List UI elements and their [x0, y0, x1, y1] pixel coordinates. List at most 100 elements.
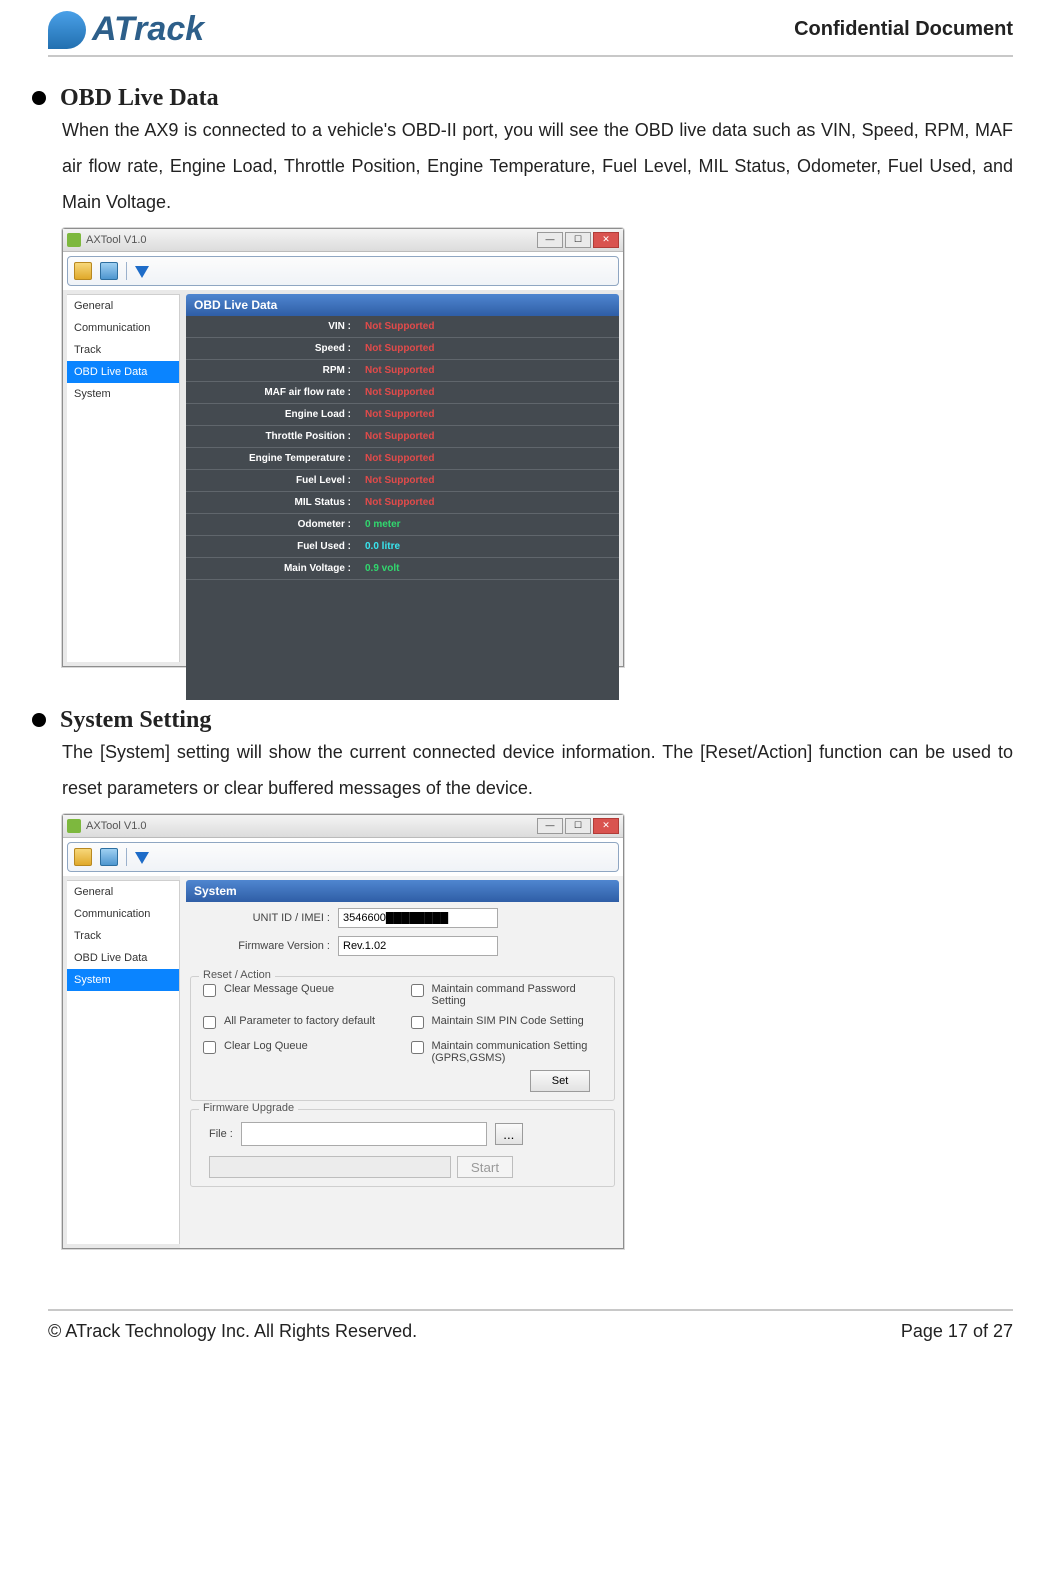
sidebar-item-communication[interactable]: Communication — [67, 903, 179, 925]
window-titlebar[interactable]: AXTool V1.0 — ☐ ✕ — [63, 815, 623, 838]
save-icon[interactable] — [100, 848, 118, 866]
obd-label: Speed : — [186, 343, 359, 354]
reset-checkbox[interactable]: Maintain SIM PIN Code Setting — [407, 1015, 607, 1032]
obd-empty-space — [186, 580, 619, 700]
sidebar-item-track[interactable]: Track — [67, 925, 179, 947]
window-title: AXTool V1.0 — [86, 234, 537, 246]
file-path-field[interactable] — [241, 1122, 487, 1146]
obd-label: Fuel Level : — [186, 475, 359, 486]
reset-checkbox[interactable]: All Parameter to factory default — [199, 1015, 399, 1032]
checkbox-label: Maintain SIM PIN Code Setting — [432, 1015, 584, 1027]
file-label: File : — [209, 1128, 233, 1140]
sidebar: General Communication Track OBD Live Dat… — [67, 880, 180, 1244]
section-heading-system: System Setting — [32, 707, 1013, 734]
obd-row: Fuel Used :0.0 litre — [186, 536, 619, 558]
obd-value: Not Supported — [359, 431, 434, 442]
obd-label: RPM : — [186, 365, 359, 376]
bullet-icon — [32, 713, 46, 727]
maximize-button[interactable]: ☐ — [565, 818, 591, 834]
bullet-icon — [32, 91, 46, 105]
obd-value: Not Supported — [359, 475, 434, 486]
section-title: System Setting — [60, 707, 211, 734]
unit-id-field[interactable] — [338, 908, 498, 928]
browse-button[interactable]: ... — [495, 1123, 523, 1145]
obd-row: MIL Status :Not Supported — [186, 492, 619, 514]
checkbox-label: Clear Log Queue — [224, 1040, 308, 1052]
panel-title: System — [186, 880, 619, 902]
axtool-window-obd: AXTool V1.0 — ☐ ✕ General Communication … — [62, 228, 624, 667]
close-button[interactable]: ✕ — [593, 232, 619, 248]
obd-label: Main Voltage : — [186, 563, 359, 574]
obd-label: Throttle Position : — [186, 431, 359, 442]
download-icon[interactable] — [135, 266, 149, 278]
group-legend: Firmware Upgrade — [199, 1102, 298, 1114]
footer-copyright: © ATrack Technology Inc. All Rights Rese… — [48, 1321, 417, 1342]
open-icon[interactable] — [74, 262, 92, 280]
open-icon[interactable] — [74, 848, 92, 866]
maximize-button[interactable]: ☐ — [565, 232, 591, 248]
start-button[interactable]: Start — [457, 1156, 513, 1178]
checkbox-input[interactable] — [203, 1041, 216, 1054]
set-button[interactable]: Set — [530, 1070, 590, 1092]
window-toolbar — [67, 842, 619, 872]
obd-label: Fuel Used : — [186, 541, 359, 552]
axtool-window-system: AXTool V1.0 — ☐ ✕ General Communication … — [62, 814, 624, 1249]
obd-data-table: VIN :Not SupportedSpeed :Not SupportedRP… — [186, 316, 619, 580]
checkbox-input[interactable] — [411, 984, 424, 997]
close-button[interactable]: ✕ — [593, 818, 619, 834]
checkbox-input[interactable] — [203, 1016, 216, 1029]
firmware-version-field[interactable] — [338, 936, 498, 956]
footer-page-number: Page 17 of 27 — [901, 1321, 1013, 1342]
sidebar: General Communication Track OBD Live Dat… — [67, 294, 180, 662]
download-icon[interactable] — [135, 852, 149, 864]
confidential-label: Confidential Document — [794, 18, 1013, 41]
unit-id-label: UNIT ID / IMEI : — [190, 912, 338, 924]
obd-value: Not Supported — [359, 343, 434, 354]
obd-label: Odometer : — [186, 519, 359, 530]
firmware-version-label: Firmware Version : — [190, 940, 338, 952]
checkbox-input[interactable] — [411, 1016, 424, 1029]
window-titlebar[interactable]: AXTool V1.0 — ☐ ✕ — [63, 229, 623, 252]
reset-checkbox[interactable]: Maintain command Password Setting — [407, 983, 607, 1007]
page-header: ATrack Confidential Document — [48, 0, 1013, 57]
obd-row: Engine Load :Not Supported — [186, 404, 619, 426]
checkbox-label: All Parameter to factory default — [224, 1015, 375, 1027]
main-panel: System UNIT ID / IMEI : Firmware Version… — [180, 876, 623, 1248]
reset-checkbox[interactable]: Clear Log Queue — [199, 1040, 399, 1064]
sidebar-item-general[interactable]: General — [67, 295, 179, 317]
obd-value: Not Supported — [359, 365, 434, 376]
app-icon — [67, 233, 81, 247]
minimize-button[interactable]: — — [537, 232, 563, 248]
obd-row: Odometer :0 meter — [186, 514, 619, 536]
sidebar-item-obd-live-data[interactable]: OBD Live Data — [67, 361, 179, 383]
section-heading-obd: OBD Live Data — [32, 85, 1013, 112]
minimize-button[interactable]: — — [537, 818, 563, 834]
checkbox-input[interactable] — [411, 1041, 424, 1054]
checkbox-label: Maintain communication Setting (GPRS,GSM… — [432, 1040, 607, 1064]
main-panel: OBD Live Data VIN :Not SupportedSpeed :N… — [180, 290, 623, 666]
sidebar-item-track[interactable]: Track — [67, 339, 179, 361]
save-icon[interactable] — [100, 262, 118, 280]
obd-value: 0 meter — [359, 519, 401, 530]
obd-row: VIN :Not Supported — [186, 316, 619, 338]
sidebar-item-system[interactable]: System — [67, 383, 179, 405]
obd-value: Not Supported — [359, 497, 434, 508]
sidebar-item-obd-live-data[interactable]: OBD Live Data — [67, 947, 179, 969]
sidebar-item-general[interactable]: General — [67, 881, 179, 903]
obd-value: 0.9 volt — [359, 563, 399, 574]
obd-row: Throttle Position :Not Supported — [186, 426, 619, 448]
checkbox-label: Clear Message Queue — [224, 983, 334, 995]
window-title: AXTool V1.0 — [86, 820, 537, 832]
section-title: OBD Live Data — [60, 85, 219, 112]
section-body: The [System] setting will show the curre… — [62, 734, 1013, 806]
obd-label: Engine Temperature : — [186, 453, 359, 464]
logo: ATrack — [48, 10, 204, 49]
sidebar-item-communication[interactable]: Communication — [67, 317, 179, 339]
app-icon — [67, 819, 81, 833]
reset-checkbox[interactable]: Clear Message Queue — [199, 983, 399, 1007]
obd-label: MAF air flow rate : — [186, 387, 359, 398]
reset-checkbox[interactable]: Maintain communication Setting (GPRS,GSM… — [407, 1040, 607, 1064]
sidebar-item-system[interactable]: System — [67, 969, 179, 991]
checkbox-input[interactable] — [203, 984, 216, 997]
toolbar-separator — [126, 848, 127, 866]
